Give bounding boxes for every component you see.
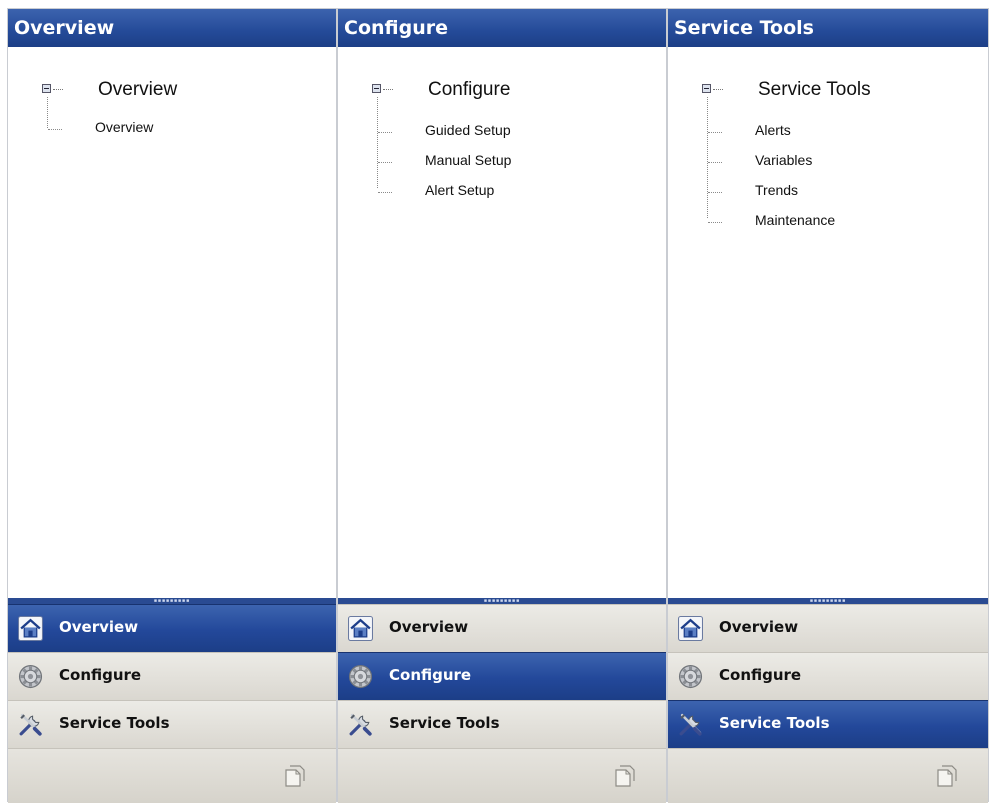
tree-connector bbox=[708, 132, 722, 133]
tree-item-label[interactable]: Manual Setup bbox=[425, 152, 511, 168]
panel-title: Configure bbox=[338, 9, 666, 47]
tree-item-label[interactable]: Guided Setup bbox=[425, 122, 511, 138]
navigation-tree: Service Tools Alerts Variables Trends Ma… bbox=[668, 47, 988, 599]
tools-icon bbox=[18, 712, 43, 737]
tools-icon bbox=[348, 712, 373, 737]
nav-configure-label: Configure bbox=[719, 666, 802, 684]
overview-panel: Overview Overview Overview ■■■■■■■■■ Ove… bbox=[7, 8, 337, 803]
copy-icon[interactable] bbox=[614, 764, 636, 788]
tree-connector bbox=[377, 97, 378, 188]
footer-bar bbox=[8, 748, 336, 803]
collapse-icon[interactable] bbox=[702, 84, 711, 93]
copy-icon[interactable] bbox=[284, 764, 306, 788]
nav-overview-label: Overview bbox=[389, 618, 469, 636]
navigation-tree: Overview Overview bbox=[8, 47, 336, 599]
tree-connector bbox=[378, 132, 392, 133]
configure-panel: Configure Configure Guided Setup Manual … bbox=[337, 8, 667, 803]
nav-overview[interactable]: Overview bbox=[338, 604, 666, 652]
tree-connector bbox=[383, 89, 393, 90]
collapse-icon[interactable] bbox=[42, 84, 51, 93]
tree-root-label[interactable]: Overview bbox=[98, 79, 177, 101]
tree-item-label[interactable]: Trends bbox=[755, 182, 798, 198]
nav-service-tools[interactable]: Service Tools bbox=[8, 700, 336, 748]
tree-item-label[interactable]: Alerts bbox=[755, 122, 791, 138]
gear-icon bbox=[348, 664, 373, 689]
nav-service-tools[interactable]: Service Tools bbox=[338, 700, 666, 748]
home-icon bbox=[18, 616, 43, 641]
tree-root-label[interactable]: Service Tools bbox=[758, 79, 871, 101]
tree-connector bbox=[47, 97, 48, 128]
panel-title: Overview bbox=[8, 9, 336, 47]
tree-connector bbox=[708, 192, 722, 193]
home-icon bbox=[678, 616, 703, 641]
nav-service-tools-label: Service Tools bbox=[389, 714, 500, 732]
footer-bar bbox=[338, 748, 666, 803]
tree-connector bbox=[48, 129, 62, 130]
nav-overview[interactable]: Overview bbox=[668, 604, 988, 652]
tree-connector bbox=[708, 162, 722, 163]
nav-configure-label: Configure bbox=[59, 666, 142, 684]
nav-service-tools-label: Service Tools bbox=[59, 714, 170, 732]
copy-icon[interactable] bbox=[936, 764, 958, 788]
tools-icon bbox=[678, 712, 703, 737]
tree-item-label[interactable]: Overview bbox=[95, 119, 153, 135]
service-tools-panel: Service Tools Service Tools Alerts Varia… bbox=[667, 8, 989, 803]
nav-service-tools-label: Service Tools bbox=[719, 714, 830, 732]
grip-icon: ■■■■■■■■■ bbox=[809, 598, 847, 604]
tree-connector bbox=[53, 89, 63, 90]
gear-icon bbox=[18, 664, 43, 689]
tree-item-label[interactable]: Maintenance bbox=[755, 212, 835, 228]
grip-icon: ■■■■■■■■■ bbox=[153, 598, 191, 604]
tree-connector bbox=[707, 97, 708, 218]
tree-connector bbox=[378, 162, 392, 163]
footer-bar bbox=[668, 748, 988, 803]
nav-configure[interactable]: Configure bbox=[8, 652, 336, 700]
nav-configure[interactable]: Configure bbox=[338, 652, 666, 700]
tree-item-label[interactable]: Variables bbox=[755, 152, 812, 168]
tree-connector bbox=[378, 192, 392, 193]
tree-connector bbox=[713, 89, 723, 90]
home-icon bbox=[348, 616, 373, 641]
tree-connector bbox=[708, 222, 722, 223]
nav-overview-label: Overview bbox=[59, 618, 139, 636]
nav-overview[interactable]: Overview bbox=[8, 604, 336, 652]
grip-icon: ■■■■■■■■■ bbox=[483, 598, 521, 604]
nav-service-tools[interactable]: Service Tools bbox=[668, 700, 988, 748]
tree-item-label[interactable]: Alert Setup bbox=[425, 182, 494, 198]
nav-overview-label: Overview bbox=[719, 618, 799, 636]
nav-configure-label: Configure bbox=[389, 666, 472, 684]
navigation-tree: Configure Guided Setup Manual Setup Aler… bbox=[338, 47, 666, 599]
collapse-icon[interactable] bbox=[372, 84, 381, 93]
gear-icon bbox=[678, 664, 703, 689]
tree-root-label[interactable]: Configure bbox=[428, 79, 510, 101]
panel-title: Service Tools bbox=[668, 9, 988, 47]
nav-configure[interactable]: Configure bbox=[668, 652, 988, 700]
